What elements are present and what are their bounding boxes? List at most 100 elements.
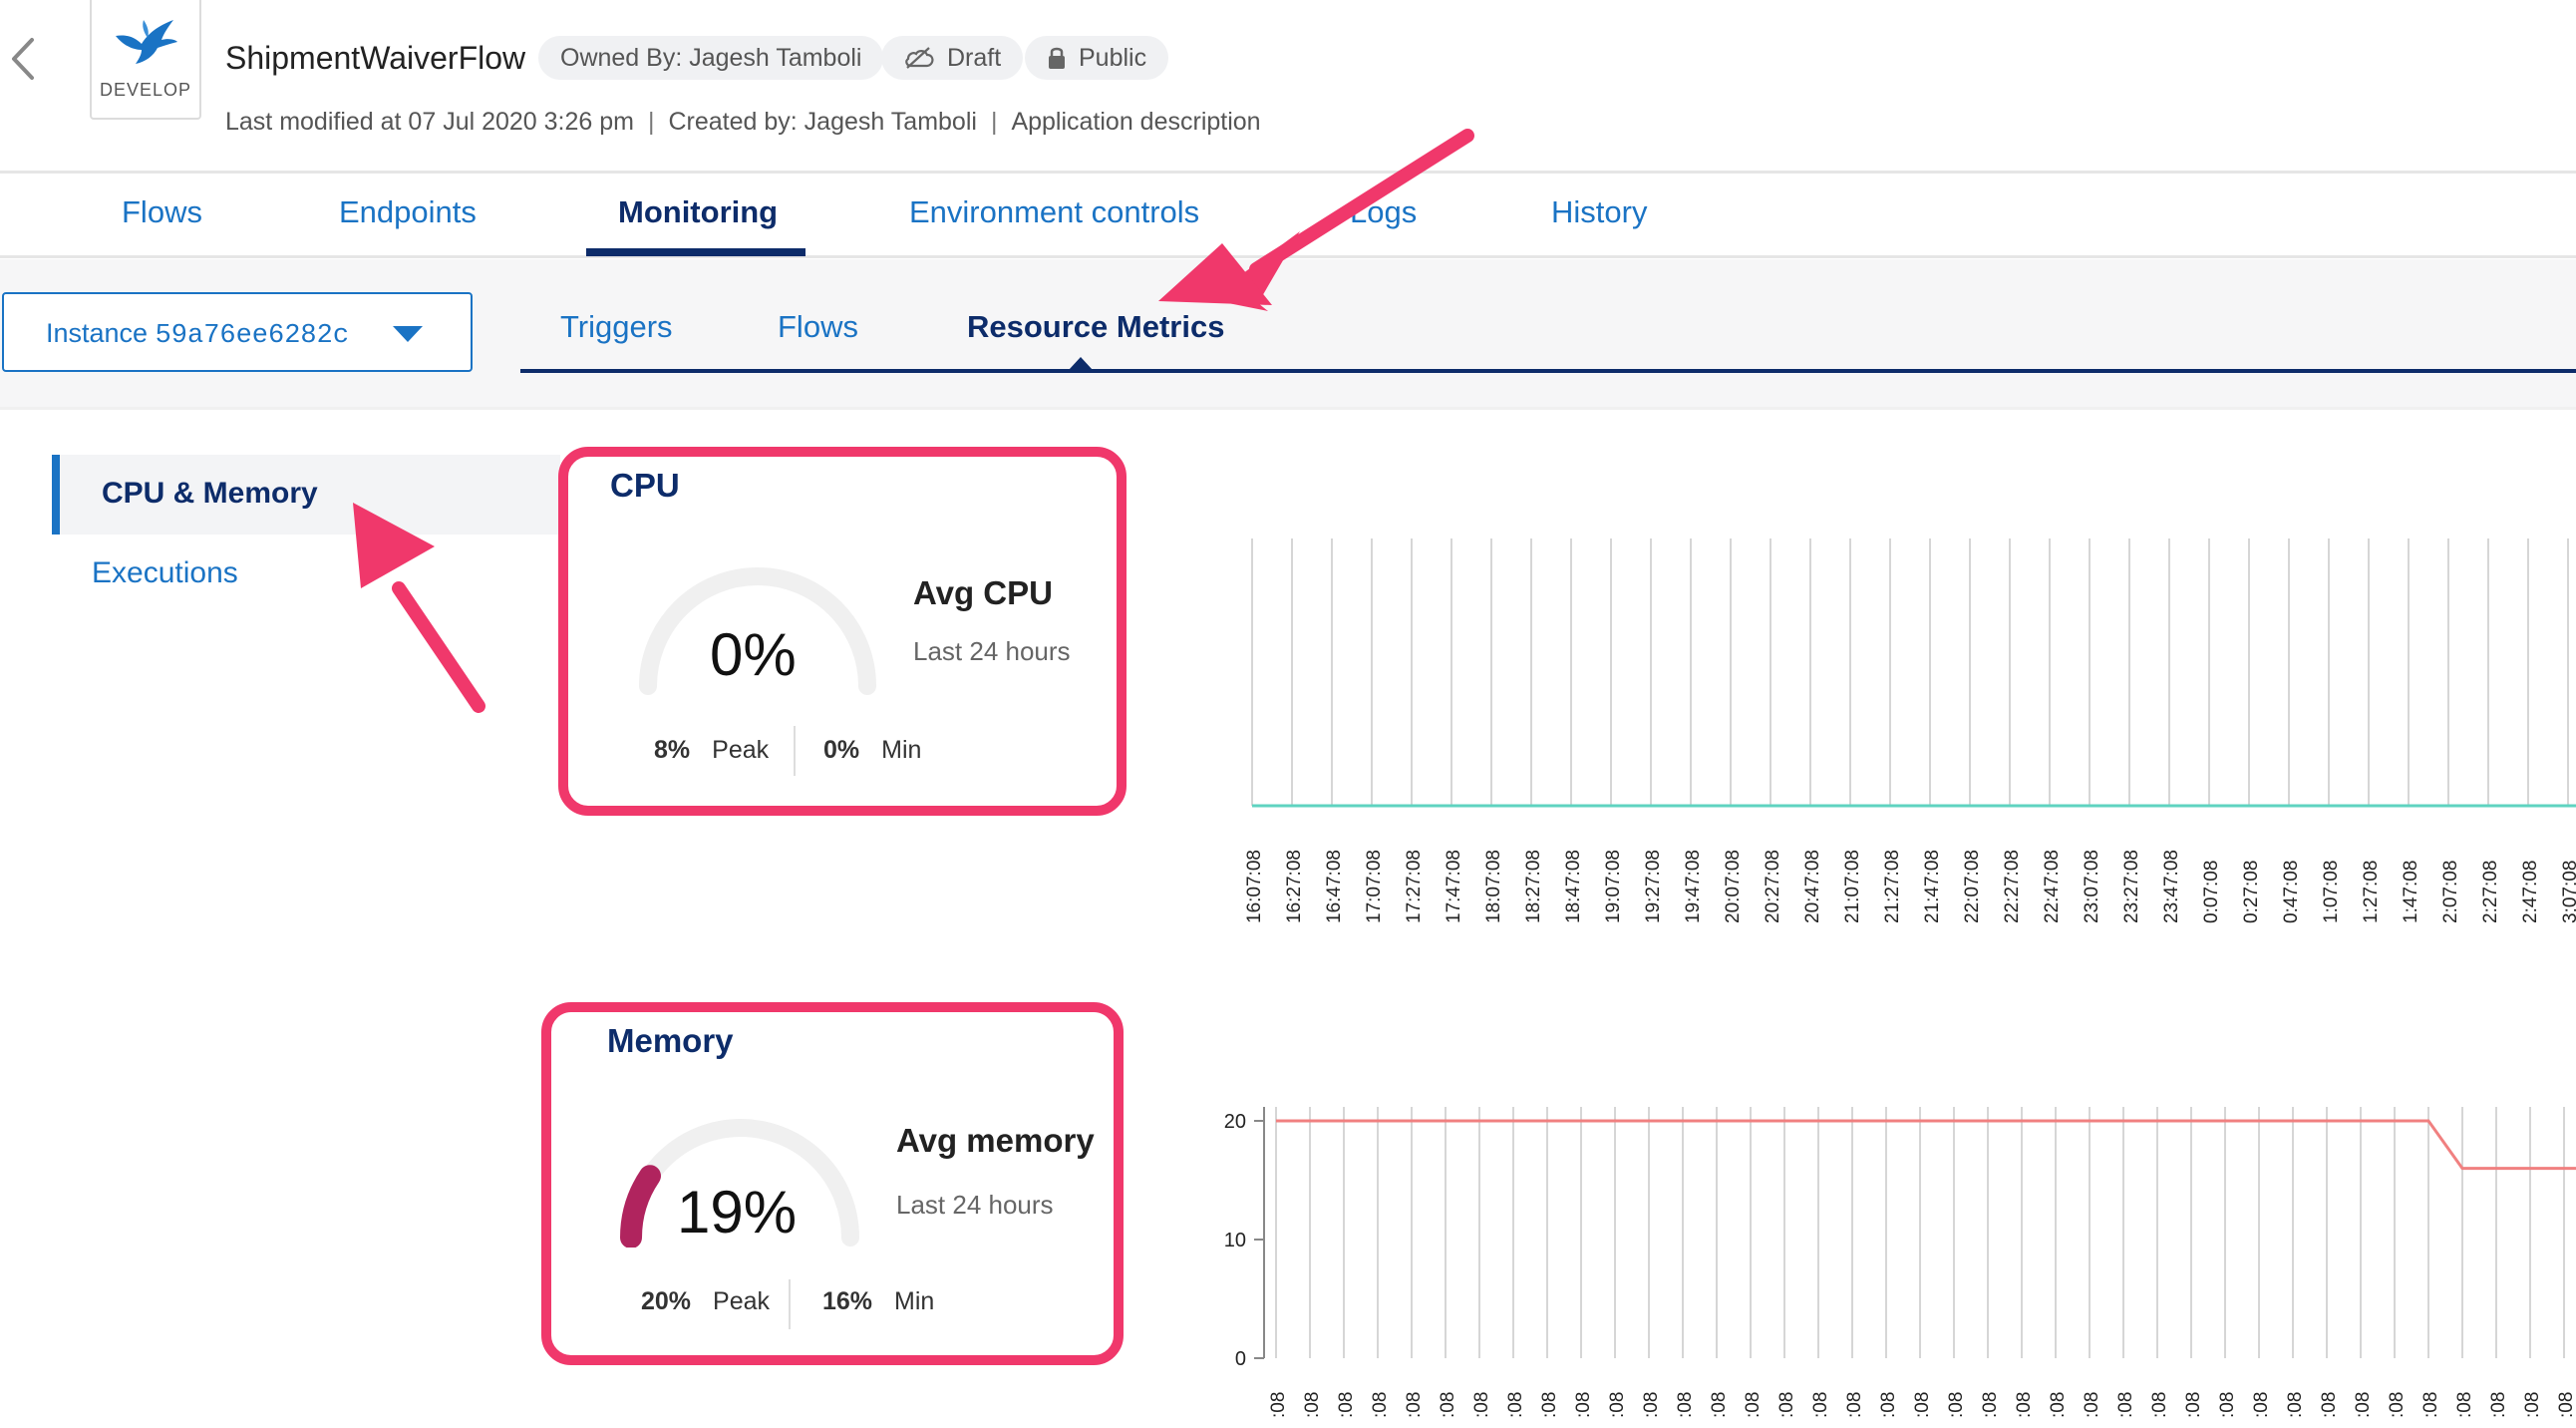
subtab-resource-metrics[interactable]: Resource Metrics (967, 309, 1224, 345)
memory-metric-card: Memory 19% Avg memory Last 24 hours 20% P… (541, 1002, 1124, 1365)
cpu-x-tick-label: 16:27:08 (1284, 850, 1305, 923)
cpu-min-stat: 0% Min (823, 736, 921, 765)
memory-x-tick-label: :08 (2556, 1392, 2576, 1418)
app-title: ShipmentWaiverFlow (225, 40, 526, 76)
memory-x-tick-label: :08 (1336, 1392, 1357, 1418)
memory-x-tick-label: :08 (2522, 1392, 2543, 1418)
application-description-link[interactable]: Application description (1011, 108, 1260, 136)
memory-y-tick-label: 10 (1224, 1230, 1246, 1251)
cpu-x-tick-label: 21:27:08 (1882, 850, 1903, 923)
cpu-peak-label: Peak (712, 736, 770, 764)
memory-x-tick-label: :08 (2420, 1392, 2441, 1418)
back-arrow-icon[interactable] (4, 34, 44, 84)
memory-x-tick-label: :08 (1438, 1392, 1458, 1418)
active-subtab-pointer (1069, 357, 1093, 370)
instance-dropdown[interactable]: Instance 59a76ee6282c (2, 292, 473, 372)
stat-divider (789, 1279, 791, 1329)
instance-prefix: Instance (46, 318, 149, 348)
memory-x-tick-label: :08 (1912, 1392, 1933, 1418)
memory-x-tick-label: :08 (1878, 1392, 1899, 1418)
cpu-x-tick-label: 17:47:08 (1444, 850, 1464, 923)
app-header: DEVELOP ShipmentWaiverFlow Owned By: Jag… (0, 0, 2576, 174)
cpu-period: Last 24 hours (913, 636, 1071, 666)
cpu-gauge-value: 0% (710, 621, 797, 688)
cpu-x-tick-label: 17:27:08 (1404, 850, 1425, 923)
subtab-triggers[interactable]: Triggers (560, 309, 673, 345)
memory-x-tick-label: :08 (2048, 1392, 2069, 1418)
memory-period: Last 24 hours (896, 1190, 1054, 1220)
cpu-x-tick-label: 22:47:08 (2042, 850, 2063, 923)
cpu-x-tick-label: 16:47:08 (1324, 850, 1345, 923)
sub-tab-bar: Triggers Flows Resource Metrics (520, 259, 2576, 373)
tab-environment-controls[interactable]: Environment controls (909, 194, 1199, 230)
cpu-x-tick-label: 1:27:08 (2361, 861, 2382, 923)
cpu-x-tick-label: 20:27:08 (1763, 850, 1783, 923)
cpu-x-tick-label: 1:47:08 (2401, 861, 2421, 923)
memory-x-tick-label: :08 (1607, 1392, 1628, 1418)
memory-x-tick-label: :08 (2285, 1392, 2306, 1418)
cpu-x-tick-label: 18:27:08 (1523, 850, 1544, 923)
cpu-x-tick-label: 18:07:08 (1483, 850, 1504, 923)
cpu-x-tick-label: 17:07:08 (1364, 850, 1385, 923)
cpu-x-tick-label: 21:07:08 (1842, 850, 1863, 923)
tab-flows[interactable]: Flows (122, 194, 202, 230)
cpu-x-tick-label: 2:27:08 (2480, 861, 2501, 923)
tab-logs[interactable]: Logs (1350, 194, 1417, 230)
main-tab-bar: Flows Endpoints Monitoring Environment c… (0, 177, 2576, 258)
memory-peak-stat: 20% Peak (641, 1287, 770, 1316)
cpu-peak-stat: 8% Peak (654, 736, 769, 765)
memory-avg-label: Avg memory (896, 1122, 1095, 1159)
sidenav-executions[interactable]: Executions (92, 556, 238, 590)
cpu-x-tick-label: 18:47:08 (1563, 850, 1584, 923)
owner-chip-label: Owned By: Jagesh Tamboli (560, 44, 862, 72)
cpu-x-tick-label: 20:07:08 (1723, 850, 1744, 923)
memory-card-title: Memory (607, 1022, 734, 1059)
sidenav-cpu-memory[interactable]: CPU & Memory (52, 455, 560, 535)
memory-x-tick-label: :08 (1980, 1392, 2001, 1418)
draft-chip-label: Draft (947, 44, 1002, 72)
cpu-x-tick-label: 22:27:08 (2002, 850, 2023, 923)
memory-x-tick-label: :08 (1946, 1392, 1967, 1418)
instance-dropdown-label: Instance 59a76ee6282c (46, 318, 349, 351)
environment-label: DEVELOP (99, 80, 192, 100)
subtab-flows[interactable]: Flows (778, 309, 858, 345)
cpu-min-value: 0% (823, 736, 860, 764)
draft-chip: Draft (881, 36, 1024, 80)
memory-x-tick-label: :08 (1539, 1392, 1560, 1418)
cpu-x-tick-label: 3:07:08 (2560, 861, 2576, 923)
cpu-x-tick-label: 23:47:08 (2161, 850, 2182, 923)
memory-x-tick-label: :08 (1844, 1392, 1865, 1418)
cpu-x-tick-label: 0:47:08 (2281, 861, 2302, 923)
cpu-x-tick-label: 19:27:08 (1643, 850, 1664, 923)
memory-y-tick-label: 20 (1224, 1111, 1246, 1133)
memory-x-tick-label: :08 (1471, 1392, 1492, 1418)
memory-x-tick-label: :08 (1370, 1392, 1391, 1418)
stat-divider (794, 726, 796, 776)
hummingbird-logo-icon (116, 20, 177, 64)
cpu-x-tick-label: 2:07:08 (2440, 861, 2461, 923)
memory-min-stat: 16% Min (822, 1287, 934, 1316)
memory-peak-value: 20% (641, 1287, 692, 1315)
tab-endpoints[interactable]: Endpoints (339, 194, 477, 230)
meta-separator: | (990, 108, 998, 136)
cpu-x-tick-label: 16:07:08 (1244, 850, 1265, 923)
cpu-x-tick-label: 19:47:08 (1683, 850, 1704, 923)
memory-min-label: Min (894, 1287, 935, 1315)
memory-x-tick-label: :08 (1404, 1392, 1425, 1418)
cpu-card-title: CPU (610, 467, 680, 504)
tab-monitoring[interactable]: Monitoring (618, 194, 778, 230)
meta-separator: | (648, 108, 655, 136)
memory-x-tick-label: :08 (2014, 1392, 2035, 1418)
last-modified: Last modified at 07 Jul 2020 3:26 pm (225, 108, 634, 136)
tab-history[interactable]: History (1551, 194, 1647, 230)
cpu-x-tick-label: 21:47:08 (1922, 850, 1943, 923)
public-chip: Public (1025, 36, 1169, 80)
memory-x-tick-label: :08 (2319, 1392, 2340, 1418)
memory-peak-label: Peak (713, 1287, 771, 1315)
memory-x-tick-label: :08 (2454, 1392, 2475, 1418)
memory-x-tick-label: :08 (1810, 1392, 1831, 1418)
instance-id: 59a76ee6282c (155, 321, 350, 351)
cpu-x-tick-label: 23:07:08 (2082, 850, 2102, 923)
memory-min-value: 16% (822, 1287, 873, 1315)
memory-line-chart: 0 10 20:08:08:08:08:08:08:08:08:08:08:08:0… (1224, 1107, 2576, 1418)
